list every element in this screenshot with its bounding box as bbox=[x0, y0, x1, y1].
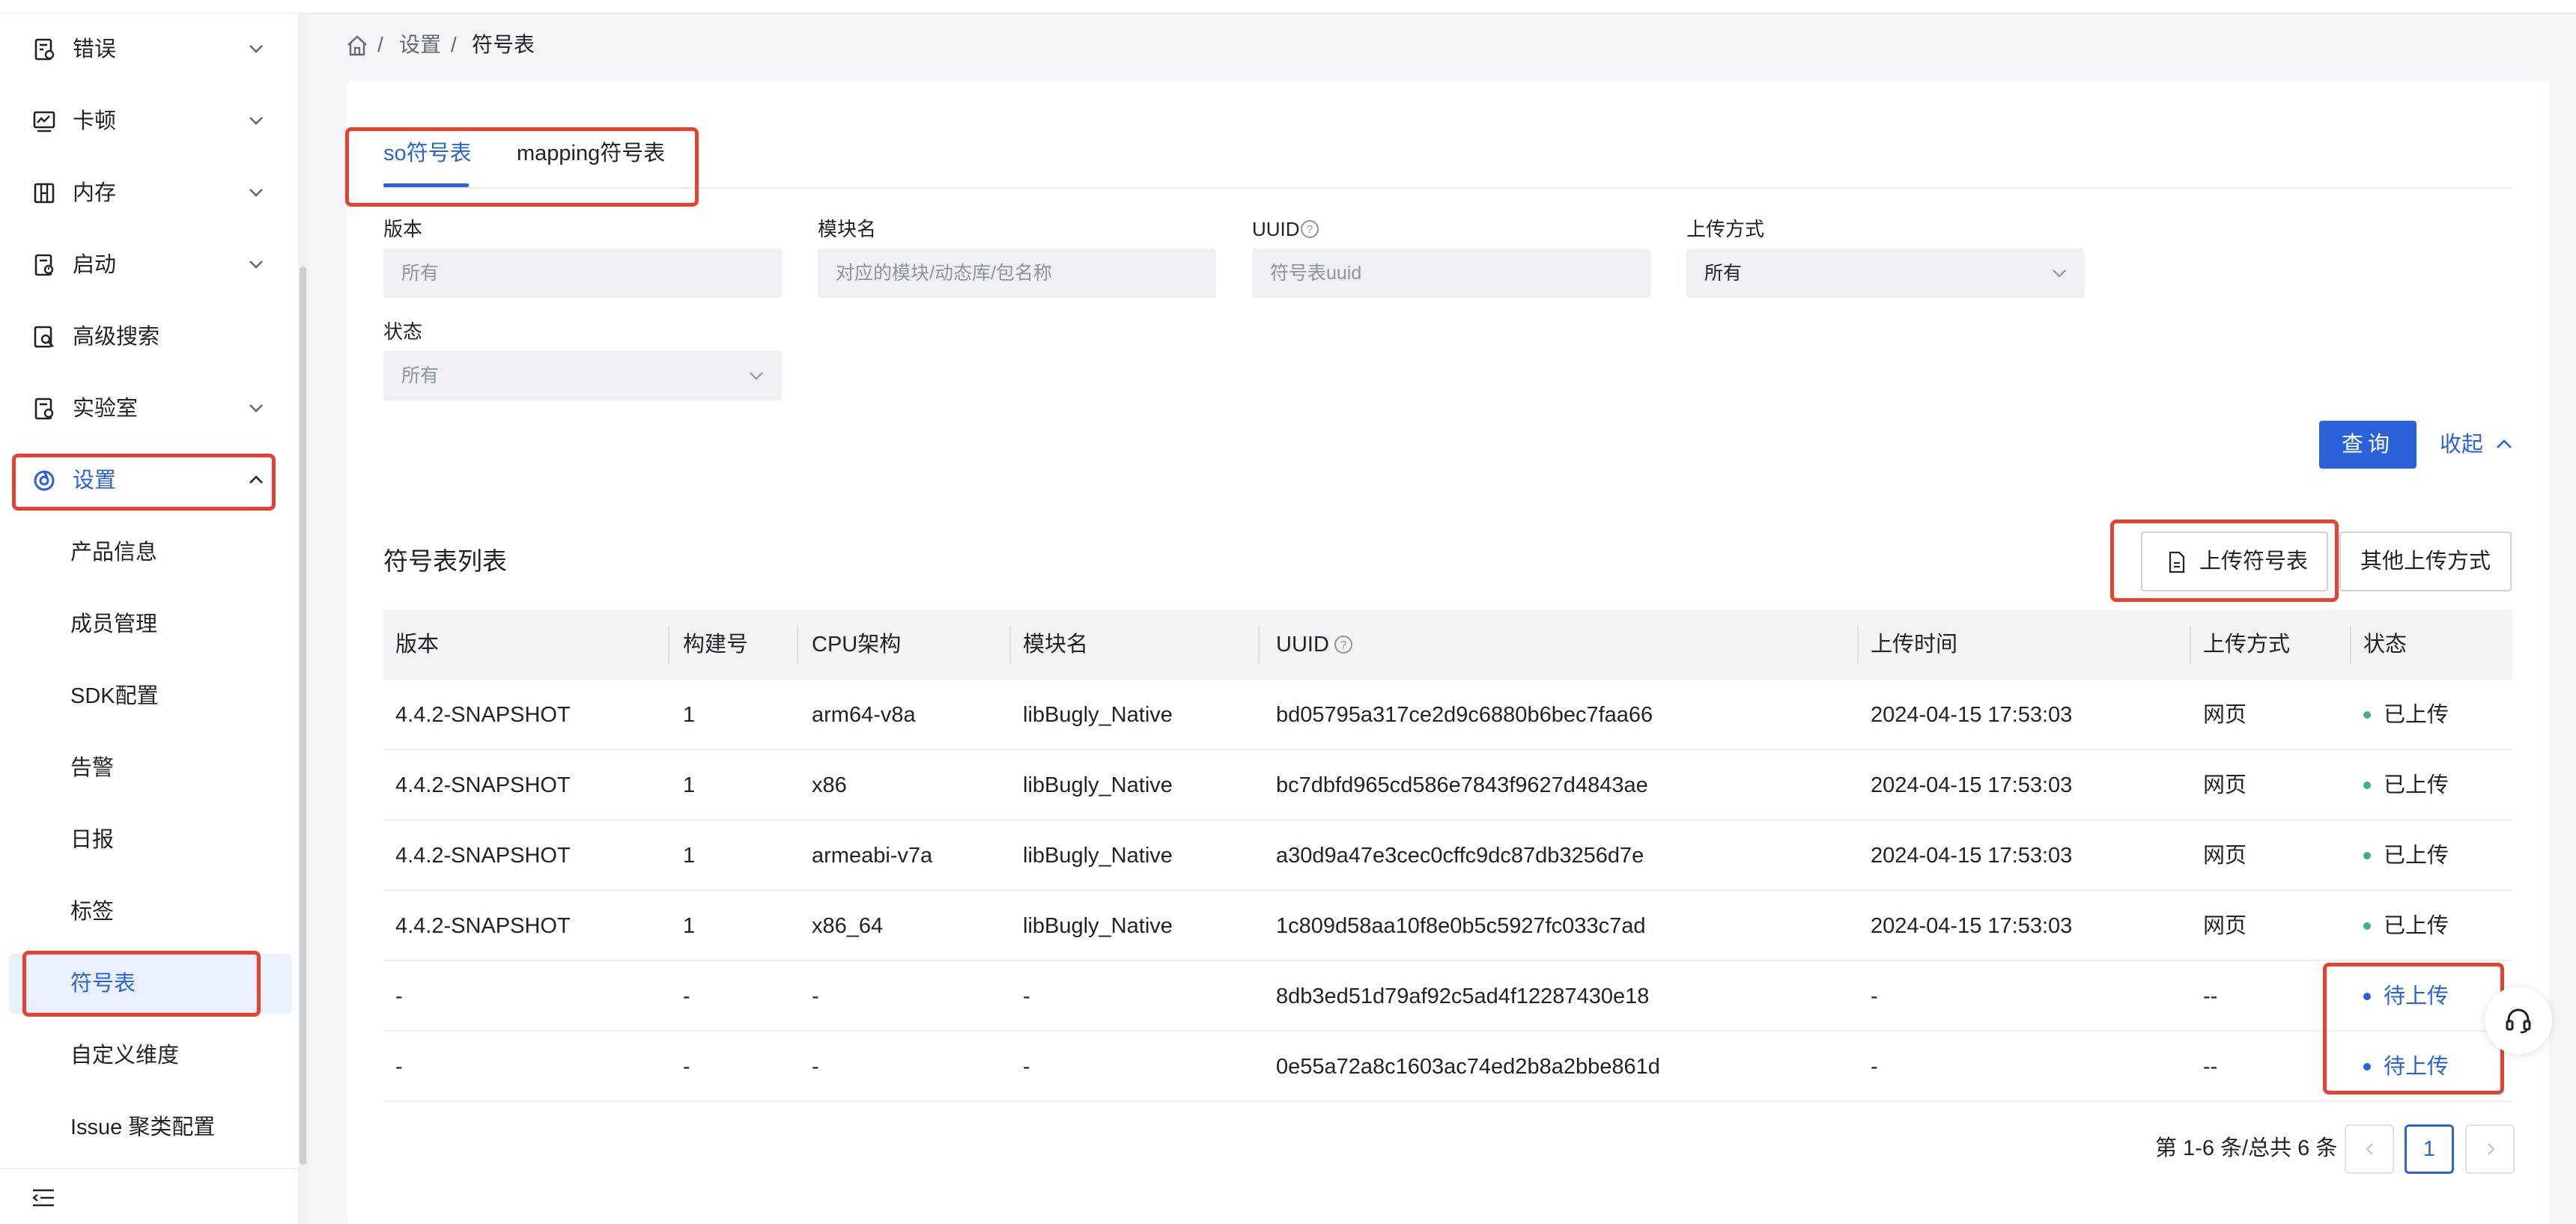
column-separator bbox=[1258, 626, 1260, 663]
column-separator bbox=[1009, 626, 1011, 663]
list-title: 符号表列表 bbox=[383, 547, 507, 575]
pagination-summary: 第 1-6 条/总共 6 条 bbox=[2155, 1136, 2338, 1160]
lab-icon bbox=[33, 398, 55, 420]
home-icon[interactable] bbox=[346, 34, 368, 57]
chevron-down-icon bbox=[248, 43, 264, 55]
chevron-down-icon bbox=[248, 186, 264, 198]
chevron-right-icon bbox=[2483, 1142, 2498, 1157]
tabs-divider bbox=[383, 187, 2512, 189]
sidebar-subitem-sdk-config[interactable]: SDK配置 bbox=[0, 660, 292, 732]
column-separator bbox=[2350, 626, 2351, 663]
sidebar-item-errors[interactable]: 错误 bbox=[0, 13, 292, 85]
breadcrumb-item-settings[interactable]: 设置 bbox=[399, 30, 441, 60]
filter-label-module: 模块名 bbox=[818, 218, 877, 240]
chevron-down-icon bbox=[248, 115, 264, 127]
column-header-uuid: UUID bbox=[1276, 633, 1329, 657]
memory-icon bbox=[33, 182, 55, 204]
column-separator bbox=[1857, 626, 1859, 663]
help-circle-icon[interactable]: ? bbox=[1333, 634, 1354, 655]
headset-icon bbox=[2504, 1006, 2533, 1035]
sidebar-subitem-daily-report[interactable]: 日报 bbox=[0, 804, 292, 876]
filter-label-version: 版本 bbox=[383, 218, 423, 240]
column-separator bbox=[797, 626, 798, 663]
status-dot-uploaded bbox=[2363, 852, 2371, 859]
filter-label-status: 状态 bbox=[383, 320, 423, 343]
status-dot-uploaded bbox=[2363, 922, 2371, 930]
sidebar-item-label: 启动 bbox=[73, 253, 117, 277]
sidebar-item-launch[interactable]: 启动 bbox=[0, 229, 292, 301]
highlight-box-upload-button bbox=[2110, 520, 2339, 602]
other-upload-methods-button[interactable]: 其他上传方式 bbox=[2339, 532, 2512, 591]
column-header-upload-time: 上传时间 bbox=[1871, 633, 1958, 657]
sidebar-scrollbar-thumb[interactable] bbox=[300, 267, 306, 1165]
chevron-down-icon bbox=[2052, 268, 2067, 278]
page-button-current[interactable]: 1 bbox=[2405, 1124, 2454, 1174]
column-separator bbox=[668, 626, 669, 663]
help-circle-icon[interactable]: ? bbox=[1299, 219, 1320, 240]
sidebar-subitem-members[interactable]: 成员管理 bbox=[0, 588, 292, 660]
version-input[interactable]: 所有 bbox=[383, 249, 782, 298]
status-dot-uploaded bbox=[2363, 711, 2371, 719]
sidebar-item-memory[interactable]: 内存 bbox=[0, 157, 292, 229]
next-page-button[interactable] bbox=[2465, 1124, 2515, 1174]
sidebar-subitem-alerts[interactable]: 告警 bbox=[0, 732, 292, 804]
status-select[interactable]: 所有 bbox=[383, 351, 782, 401]
highlight-box-symbol-table bbox=[22, 951, 261, 1017]
breadcrumb-separator: / bbox=[377, 33, 383, 56]
sidebar-item-label: 错误 bbox=[73, 37, 117, 61]
column-separator bbox=[2190, 626, 2191, 663]
column-header-status: 状态 bbox=[2363, 633, 2408, 657]
error-report-icon bbox=[33, 38, 55, 61]
column-header-version: 版本 bbox=[395, 633, 440, 657]
sidebar-subitem-issue-clustering[interactable]: Issue 聚类配置 bbox=[0, 1091, 292, 1163]
sidebar-item-label: 实验室 bbox=[73, 397, 139, 421]
sidebar-item-label: 高级搜索 bbox=[73, 325, 160, 349]
highlight-box-settings bbox=[12, 454, 276, 511]
advanced-search-icon bbox=[33, 326, 55, 348]
module-input[interactable]: 对应的模块/动态库/包名称 bbox=[818, 249, 1216, 298]
upload-method-select[interactable]: 所有 bbox=[1686, 249, 2085, 298]
customer-support-button[interactable] bbox=[2485, 987, 2552, 1054]
status-badge: 已上传 bbox=[2384, 914, 2449, 938]
sidebar-subitem-product-info[interactable]: 产品信息 bbox=[0, 517, 292, 588]
sidebar-divider bbox=[0, 1168, 298, 1169]
top-bar bbox=[0, 0, 2576, 13]
sidebar-subitem-custom-dimensions[interactable]: 自定义维度 bbox=[0, 1020, 292, 1091]
sidebar-item-lag[interactable]: 卡顿 bbox=[0, 85, 292, 157]
chevron-up-icon bbox=[2495, 437, 2513, 451]
collapse-filters-link[interactable]: 收起 bbox=[2440, 428, 2483, 461]
column-header-upload-method: 上传方式 bbox=[2203, 633, 2291, 657]
filter-label-upload-method: 上传方式 bbox=[1686, 218, 1765, 240]
svg-text:?: ? bbox=[1307, 223, 1313, 236]
status-badge: 已上传 bbox=[2384, 773, 2449, 797]
uuid-input[interactable]: 符号表uuid bbox=[1252, 249, 1650, 298]
breadcrumb-item-current: 符号表 bbox=[472, 33, 535, 56]
chevron-left-icon bbox=[2363, 1142, 2378, 1157]
chevron-down-icon bbox=[749, 371, 764, 381]
highlight-box-pending-status bbox=[2323, 963, 2504, 1094]
status-badge: 已上传 bbox=[2384, 844, 2449, 868]
sidebar-collapse-icon[interactable] bbox=[31, 1187, 55, 1208]
sidebar-subitem-tags[interactable]: 标签 bbox=[0, 876, 292, 948]
sidebar-item-label: 内存 bbox=[73, 181, 117, 205]
column-header-module: 模块名 bbox=[1023, 633, 1089, 657]
launch-icon bbox=[33, 254, 55, 276]
sidebar-item-label: 卡顿 bbox=[73, 109, 117, 133]
breadcrumb-separator: / bbox=[451, 33, 457, 56]
filter-label-uuid: UUID bbox=[1252, 218, 1300, 240]
chevron-down-icon bbox=[248, 402, 264, 414]
sidebar-item-lab[interactable]: 实验室 bbox=[0, 373, 292, 445]
column-header-build: 构建号 bbox=[683, 633, 749, 657]
chevron-down-icon bbox=[248, 258, 264, 270]
status-dot-uploaded bbox=[2363, 782, 2371, 789]
highlight-box-tabs bbox=[345, 127, 699, 207]
svg-text:?: ? bbox=[1340, 639, 1346, 651]
prev-page-button[interactable] bbox=[2345, 1124, 2394, 1174]
lag-chart-icon bbox=[33, 110, 55, 133]
status-badge: 已上传 bbox=[2384, 703, 2449, 727]
query-button[interactable]: 查询 bbox=[2319, 421, 2416, 469]
sidebar-item-advanced-search[interactable]: 高级搜索 bbox=[0, 301, 292, 373]
column-header-cpu: CPU架构 bbox=[812, 633, 902, 657]
